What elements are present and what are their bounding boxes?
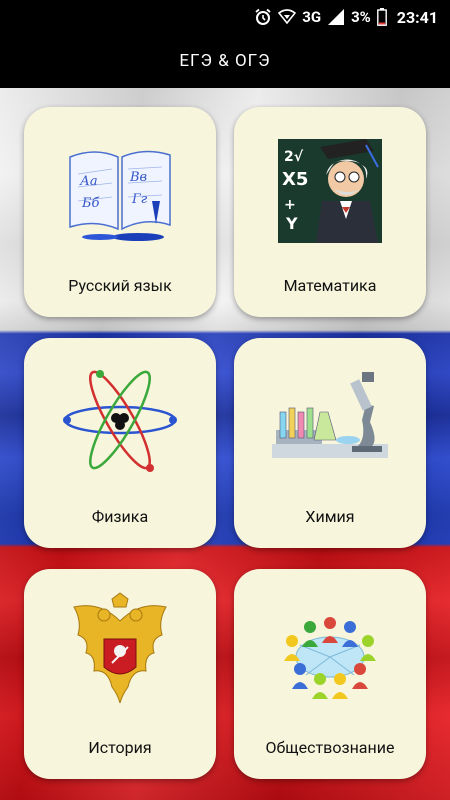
svg-text:X5: X5 [282,169,308,190]
subject-label: История [88,738,152,757]
network-type: 3G [302,8,322,26]
wifi-hotspot-icon [278,9,297,25]
app-title: ЕГЭ & ОГЭ [179,51,271,71]
subject-card-physics[interactable]: Физика [24,338,216,548]
app-bar: ЕГЭ & ОГЭ [0,34,450,88]
clock: 23:41 [396,7,438,27]
microscope-icon [272,372,388,458]
people-circle-icon [284,617,376,699]
subject-card-chemistry[interactable]: Химия [234,338,426,548]
status-bar: 3G 3% 23:41 [0,0,450,34]
svg-text:Аа: Аа [79,174,98,189]
svg-text:Гг: Гг [131,192,148,207]
battery-icon [376,8,387,26]
coat-of-arms-icon [73,592,167,704]
book-icon: Аа Бб Вв Гг [69,150,171,241]
professor-icon: 2√ X5 + Y [278,139,382,243]
svg-text:Бб: Бб [81,196,100,211]
alarm-icon [255,8,271,25]
subject-card-math[interactable]: 2√ X5 + Y Математика [234,107,426,317]
atom-icon [63,370,177,472]
subject-card-russian[interactable]: Аа Бб Вв Гг Русский язык [24,107,216,317]
subject-label: Физика [91,507,149,526]
svg-text:+: + [284,197,296,213]
svg-text:2√: 2√ [284,149,304,165]
subject-card-social-studies[interactable]: Обществознание [234,569,426,779]
subject-label: Химия [305,507,355,526]
subject-label: Математика [283,276,377,295]
svg-text:Вв: Вв [129,170,147,185]
battery-percent: 3% [351,8,371,26]
status-bar-right: 3G 3% 23:41 [254,0,438,34]
subject-card-history[interactable]: История [24,569,216,779]
svg-text:Y: Y [285,214,298,233]
subject-label: Обществознание [265,738,395,757]
signal-icon [328,9,345,25]
subject-label: Русский язык [68,276,172,295]
